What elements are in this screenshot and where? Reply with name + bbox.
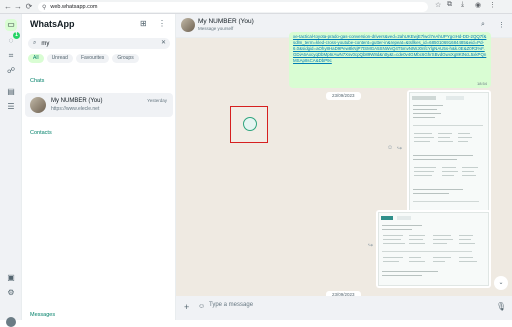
sticker-icon[interactable]: ☺: [198, 303, 205, 310]
filter-favourites[interactable]: Favourites: [75, 54, 110, 63]
chat-preview: https://www.elecle.net: [51, 106, 100, 112]
link-text[interactable]: xe-tactical-toyota-prado-gas-conversion-…: [293, 34, 487, 64]
filter-chips: All Unread Favourites Groups: [28, 54, 139, 63]
conversation-panel: My NUMBER (You) Message yourself ⌕ ⋮ xe-…: [176, 14, 512, 320]
profile-icon[interactable]: ◉: [475, 1, 481, 9]
status-icon[interactable]: ◌: [5, 35, 17, 47]
conversation-name: My NUMBER (You): [198, 18, 254, 25]
media-icon[interactable]: ▣: [5, 272, 17, 284]
attach-icon[interactable]: +: [184, 302, 189, 312]
chat-time: Yesterday: [147, 98, 167, 103]
reload-icon[interactable]: ⟳: [24, 1, 34, 13]
clear-search-icon[interactable]: ✕: [161, 39, 166, 46]
search-icon: ⌕: [33, 40, 37, 46]
image-message[interactable]: [407, 90, 491, 216]
download-icon[interactable]: ⤓: [461, 1, 464, 9]
filter-all[interactable]: All: [28, 54, 44, 63]
address-bar[interactable]: ⚲ web.whatsapp.com: [38, 2, 428, 12]
lock-icon: ⚲: [42, 4, 47, 11]
document-preview: [409, 92, 489, 214]
contacts-section-heading: Contacts: [30, 130, 52, 136]
chat-list-panel: WhatsApp ⊞ ⋮ ⌕ my ✕ All Unread Favourite…: [22, 14, 195, 320]
lists-icon[interactable]: ☰: [5, 101, 17, 113]
document-preview: [378, 212, 489, 286]
search-value: my: [41, 40, 50, 47]
chat-list-item[interactable]: My NUMBER (You) Yesterday https://www.el…: [25, 93, 173, 117]
forward-icon[interactable]: ↪: [368, 242, 373, 249]
forward-icon[interactable]: ↪: [397, 145, 402, 152]
navigation-rail: ▭ 1 ◌ ⌗ ☍ ▤ ☰ ▣ ⚙: [0, 14, 22, 327]
filter-groups[interactable]: Groups: [112, 54, 139, 63]
search-icon[interactable]: ⌕: [481, 21, 485, 29]
menu-icon[interactable]: ⋮: [498, 21, 505, 29]
scroll-down-button[interactable]: ⌄: [494, 276, 508, 290]
browser-menu-icon[interactable]: ⋮: [489, 1, 496, 9]
bookmark-icon[interactable]: ☆: [435, 1, 441, 9]
app-title: WhatsApp: [30, 19, 75, 29]
date-separator: 23/09/2023: [326, 92, 361, 100]
channels-icon[interactable]: ⌗: [5, 50, 17, 62]
menu-icon[interactable]: ⋮: [158, 19, 166, 28]
chats-icon[interactable]: ▭: [5, 19, 17, 31]
url-text: web.whatsapp.com: [50, 4, 98, 10]
link-message-bubble[interactable]: xe-tactical-toyota-prado-gas-conversion-…: [289, 32, 491, 88]
avatar[interactable]: [181, 18, 195, 32]
chats-section-heading: Chats: [30, 78, 45, 84]
communities-icon[interactable]: ☍: [5, 65, 17, 77]
forward-icon[interactable]: →: [13, 1, 23, 13]
message-input[interactable]: Type a message: [209, 302, 253, 308]
messages-section-heading: Messages: [30, 312, 56, 318]
chat-name: My NUMBER (You): [51, 98, 103, 104]
conversation-subtitle: Message yourself: [198, 26, 234, 31]
search-input[interactable]: ⌕ my ✕: [28, 38, 170, 49]
new-chat-icon[interactable]: ⊞: [140, 19, 147, 28]
filter-unread[interactable]: Unread: [46, 54, 73, 63]
microphone-icon[interactable]: 🎙: [496, 302, 506, 311]
message-time: 18:54: [476, 81, 487, 86]
compose-bar: + ☺ Type a message 🎙: [176, 296, 512, 320]
settings-icon[interactable]: ⚙: [5, 287, 17, 299]
extensions-icon[interactable]: ⧉: [447, 1, 452, 9]
extension-icon[interactable]: [243, 117, 257, 131]
avatar: [30, 97, 46, 113]
image-message[interactable]: [376, 210, 491, 288]
react-icon[interactable]: ☺: [387, 145, 393, 151]
back-icon[interactable]: ←: [3, 1, 13, 13]
shop-icon[interactable]: ▤: [5, 86, 17, 98]
highlighted-region[interactable]: [230, 106, 268, 143]
browser-toolbar: ← → ⟳ ⚲ web.whatsapp.com ☆ ⧉ ⤓ ◉ ⋮: [0, 0, 512, 14]
profile-avatar[interactable]: [6, 317, 16, 327]
